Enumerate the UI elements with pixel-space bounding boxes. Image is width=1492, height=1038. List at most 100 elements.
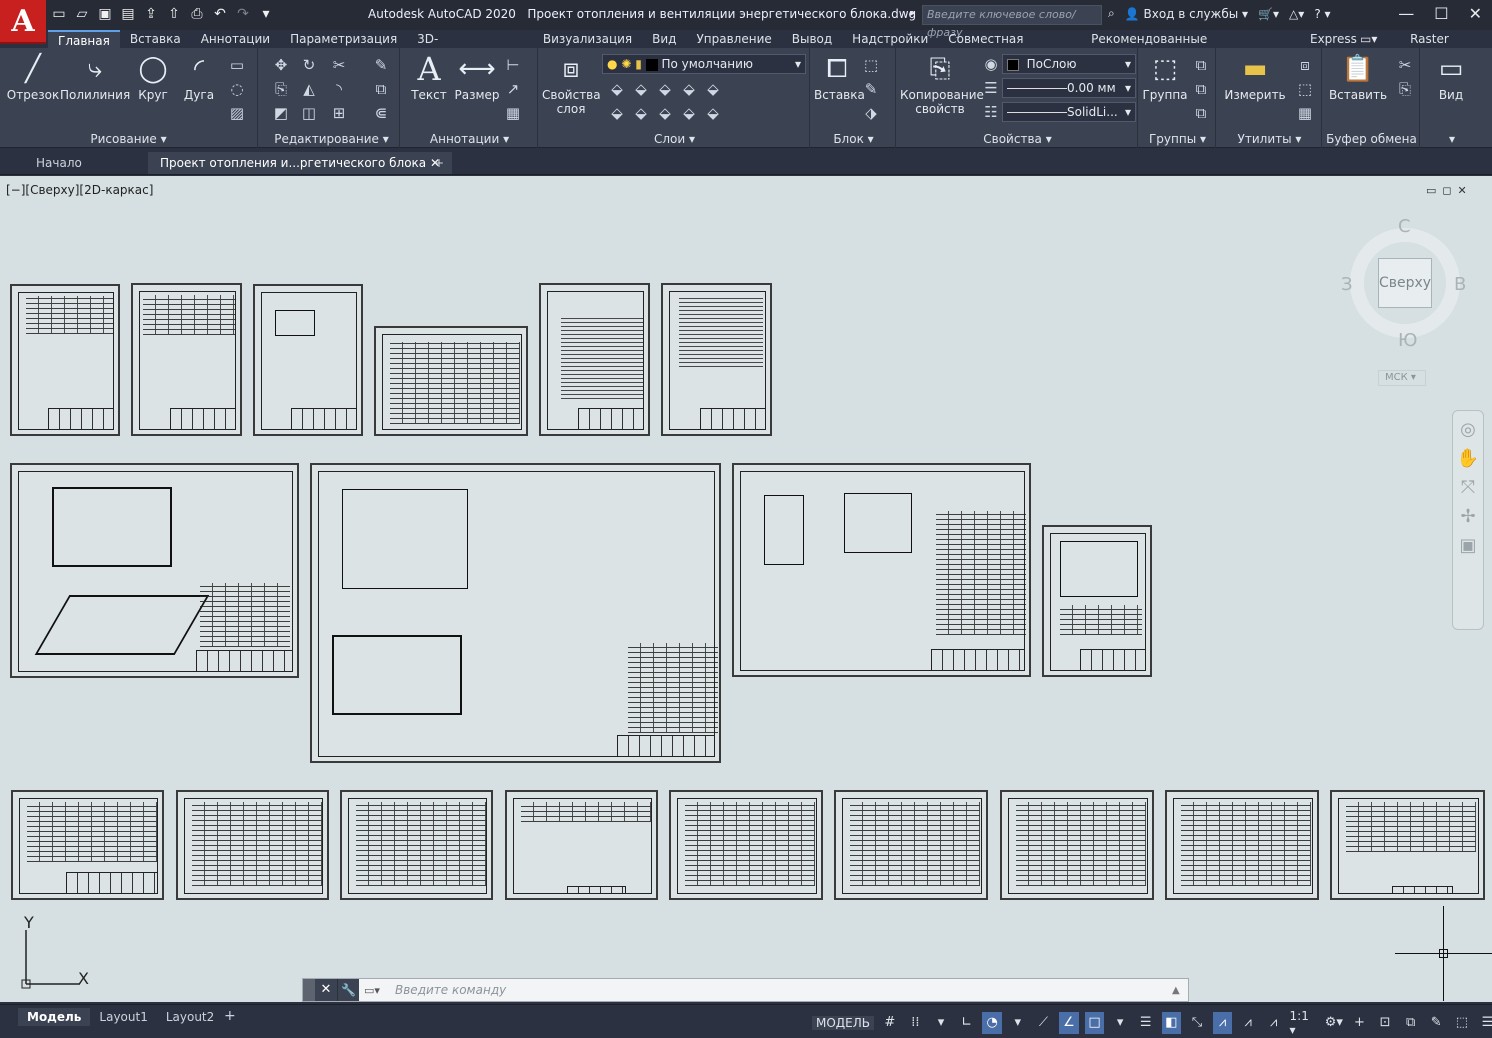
layer-thaw-icon[interactable]: ⬙ (656, 104, 674, 122)
search-input[interactable]: Введите ключевое слово/фразу (922, 5, 1102, 39)
line-button[interactable]: ╱ Отрезок (6, 52, 60, 102)
layer-properties-button[interactable]: ⧈ Свойства слоя (542, 52, 601, 116)
new-tab-button[interactable]: + (422, 152, 456, 174)
grid-icon[interactable]: # (880, 1012, 900, 1034)
showmotion-icon[interactable]: ▣ (1453, 535, 1483, 556)
measure-button[interactable]: ▬ Измерить (1222, 52, 1288, 102)
arc-button[interactable]: ◜ Дуга (178, 52, 220, 102)
layout-tab[interactable]: Layout2 (157, 1008, 223, 1026)
export-icon[interactable]: ⇧ (165, 6, 183, 22)
layer-dropdown[interactable]: ● ✺ ▮ По умолчанию ▾ (602, 54, 806, 74)
viewport-window-controls[interactable]: ▭◻✕ (1426, 184, 1473, 197)
undo-icon[interactable]: ↶ (211, 6, 229, 22)
match-properties-button[interactable]: ⎘ Копирование свойств (900, 52, 984, 116)
drawing-sheet[interactable] (1000, 790, 1154, 900)
leader-icon[interactable]: ↗ (504, 80, 522, 98)
steering-wheel-icon[interactable]: ◎ (1453, 419, 1483, 440)
ribbon-tab[interactable]: Управление (686, 30, 781, 48)
drawing-sheet[interactable] (834, 790, 988, 900)
add-icon[interactable]: + (1350, 1012, 1370, 1034)
recent-commands-icon[interactable]: ▭▾ (359, 984, 385, 997)
rotate-icon[interactable]: ↻ (300, 56, 318, 74)
viewcube-west[interactable]: З (1341, 274, 1353, 295)
tab-active-drawing[interactable]: Проект отопления и...ргетического блока … (148, 152, 453, 174)
command-input[interactable]: Введите команду (385, 983, 506, 997)
block-attributes-icon[interactable]: ⬗ (862, 104, 880, 122)
insert-block-button[interactable]: ⧠ Вставка (814, 52, 865, 102)
zoom-extents-icon[interactable]: ⤧ (1453, 477, 1483, 498)
drawing-sheet[interactable] (669, 790, 823, 900)
group-edit-icon[interactable]: ⧉ (1192, 80, 1210, 98)
mirror-icon[interactable]: ◭ (300, 80, 318, 98)
drawing-sheet[interactable] (505, 790, 658, 900)
drawing-sheet[interactable] (340, 790, 493, 900)
cut-icon[interactable]: ✂ (1396, 56, 1414, 74)
drawing-sheet[interactable] (1330, 790, 1485, 900)
viewcube-south[interactable]: Ю (1398, 330, 1417, 351)
panel-modify-title[interactable]: Редактирование ▾ (264, 132, 399, 146)
annotation-scale-dropdown[interactable]: 1:1 ▾ (1290, 1009, 1319, 1037)
a360-icon[interactable]: △▾ (1289, 7, 1304, 21)
ribbon-tab[interactable]: Вывод (782, 30, 842, 48)
text-button[interactable]: A Текст (406, 52, 452, 102)
new-icon[interactable]: ▭ (50, 6, 68, 22)
layer-unlock-icon[interactable]: ⬙ (680, 104, 698, 122)
drawing-sheet[interactable] (374, 326, 528, 436)
drawing-sheet[interactable] (661, 283, 772, 436)
linetype-dropdown[interactable]: SolidLi... ▾ (1002, 102, 1136, 122)
trim-icon[interactable]: ✂ (330, 56, 348, 74)
layer-iso-icon[interactable]: ⬙ (608, 80, 626, 98)
isodraft-icon[interactable]: ⟋ (1034, 1012, 1054, 1034)
drawing-sheet[interactable] (732, 463, 1031, 677)
array-icon[interactable]: ⊞ (330, 104, 348, 122)
viewcube-east[interactable]: В (1454, 274, 1466, 295)
drawing-sheet[interactable] (253, 284, 363, 436)
ribbon-tab[interactable]: Вставка (120, 30, 191, 48)
explode-icon[interactable]: ⧉ (372, 80, 390, 98)
add-layout-icon[interactable]: + (224, 1008, 236, 1024)
polyline-button[interactable]: ⤷ Полилиния (60, 52, 130, 102)
minimize-icon[interactable]: — (1398, 4, 1414, 23)
copy-clip-icon[interactable]: ⎘ (1396, 80, 1414, 98)
drawing-sheet[interactable] (131, 283, 242, 436)
workspace-gear-icon[interactable]: ⚙▾ (1324, 1012, 1344, 1034)
object-snap-tracking-icon[interactable]: ∠ (1059, 1012, 1079, 1034)
layer-lock-icon[interactable]: ⬙ (680, 80, 698, 98)
ucs-dropdown[interactable]: МСК ▾ (1378, 370, 1426, 386)
edit-block-icon[interactable]: ✎ (862, 80, 880, 98)
binoculars-icon[interactable]: ⌕ (1108, 6, 1115, 21)
object-snap-icon[interactable]: □ (1084, 1012, 1105, 1034)
layer-unisolate-icon[interactable]: ⬙ (608, 104, 626, 122)
lineweight-icon[interactable]: ☰ (982, 79, 1000, 97)
cart-icon[interactable]: 🛒▾ (1258, 7, 1279, 21)
quick-select-icon[interactable]: ⧈ (1296, 56, 1314, 74)
units-icon[interactable]: ⊡ (1375, 1012, 1395, 1034)
layer-match-icon[interactable]: ⬙ (704, 80, 722, 98)
save-as-icon[interactable]: ▤ (119, 6, 137, 22)
search-expand-icon[interactable]: ▸ (910, 8, 915, 19)
stretch-icon[interactable]: ◩ (272, 104, 290, 122)
application-menu-button[interactable]: A (0, 0, 46, 44)
save-icon[interactable]: ▣ (96, 6, 114, 22)
command-close-icon[interactable]: ✕ (315, 979, 337, 1001)
print-icon[interactable]: ⎙ (188, 6, 206, 22)
copy-icon[interactable]: ⎘ (272, 80, 290, 98)
ribbon-tab[interactable]: Совместная работа (938, 30, 1081, 64)
quick-properties-icon[interactable]: ⧉ (1401, 1012, 1421, 1034)
open-icon[interactable]: ▱ (73, 6, 91, 22)
ribbon-tab[interactable]: Главная (48, 30, 120, 48)
layer-on-icon[interactable]: ⬙ (632, 104, 650, 122)
ribbon-tab[interactable]: Рекомендованные приложения (1081, 30, 1300, 64)
drawing-sheet[interactable] (539, 283, 650, 436)
drawing-sheet[interactable] (1042, 525, 1152, 677)
layer-freeze-icon[interactable]: ⬙ (656, 80, 674, 98)
close-icon[interactable]: ✕ (1469, 4, 1482, 23)
layer-off-icon[interactable]: ⬙ (632, 80, 650, 98)
pan-icon[interactable]: ✋ (1453, 448, 1483, 469)
clean-screen-icon[interactable]: ⬚ (1452, 1012, 1472, 1034)
ribbon-tab[interactable]: Параметризация (280, 30, 407, 48)
table-icon[interactable]: ▦ (504, 104, 522, 122)
drawing-sheet[interactable] (11, 790, 164, 900)
panel-layers-title[interactable]: Слои ▾ (540, 132, 809, 146)
ribbon-tab[interactable]: Надстройки (842, 30, 938, 48)
